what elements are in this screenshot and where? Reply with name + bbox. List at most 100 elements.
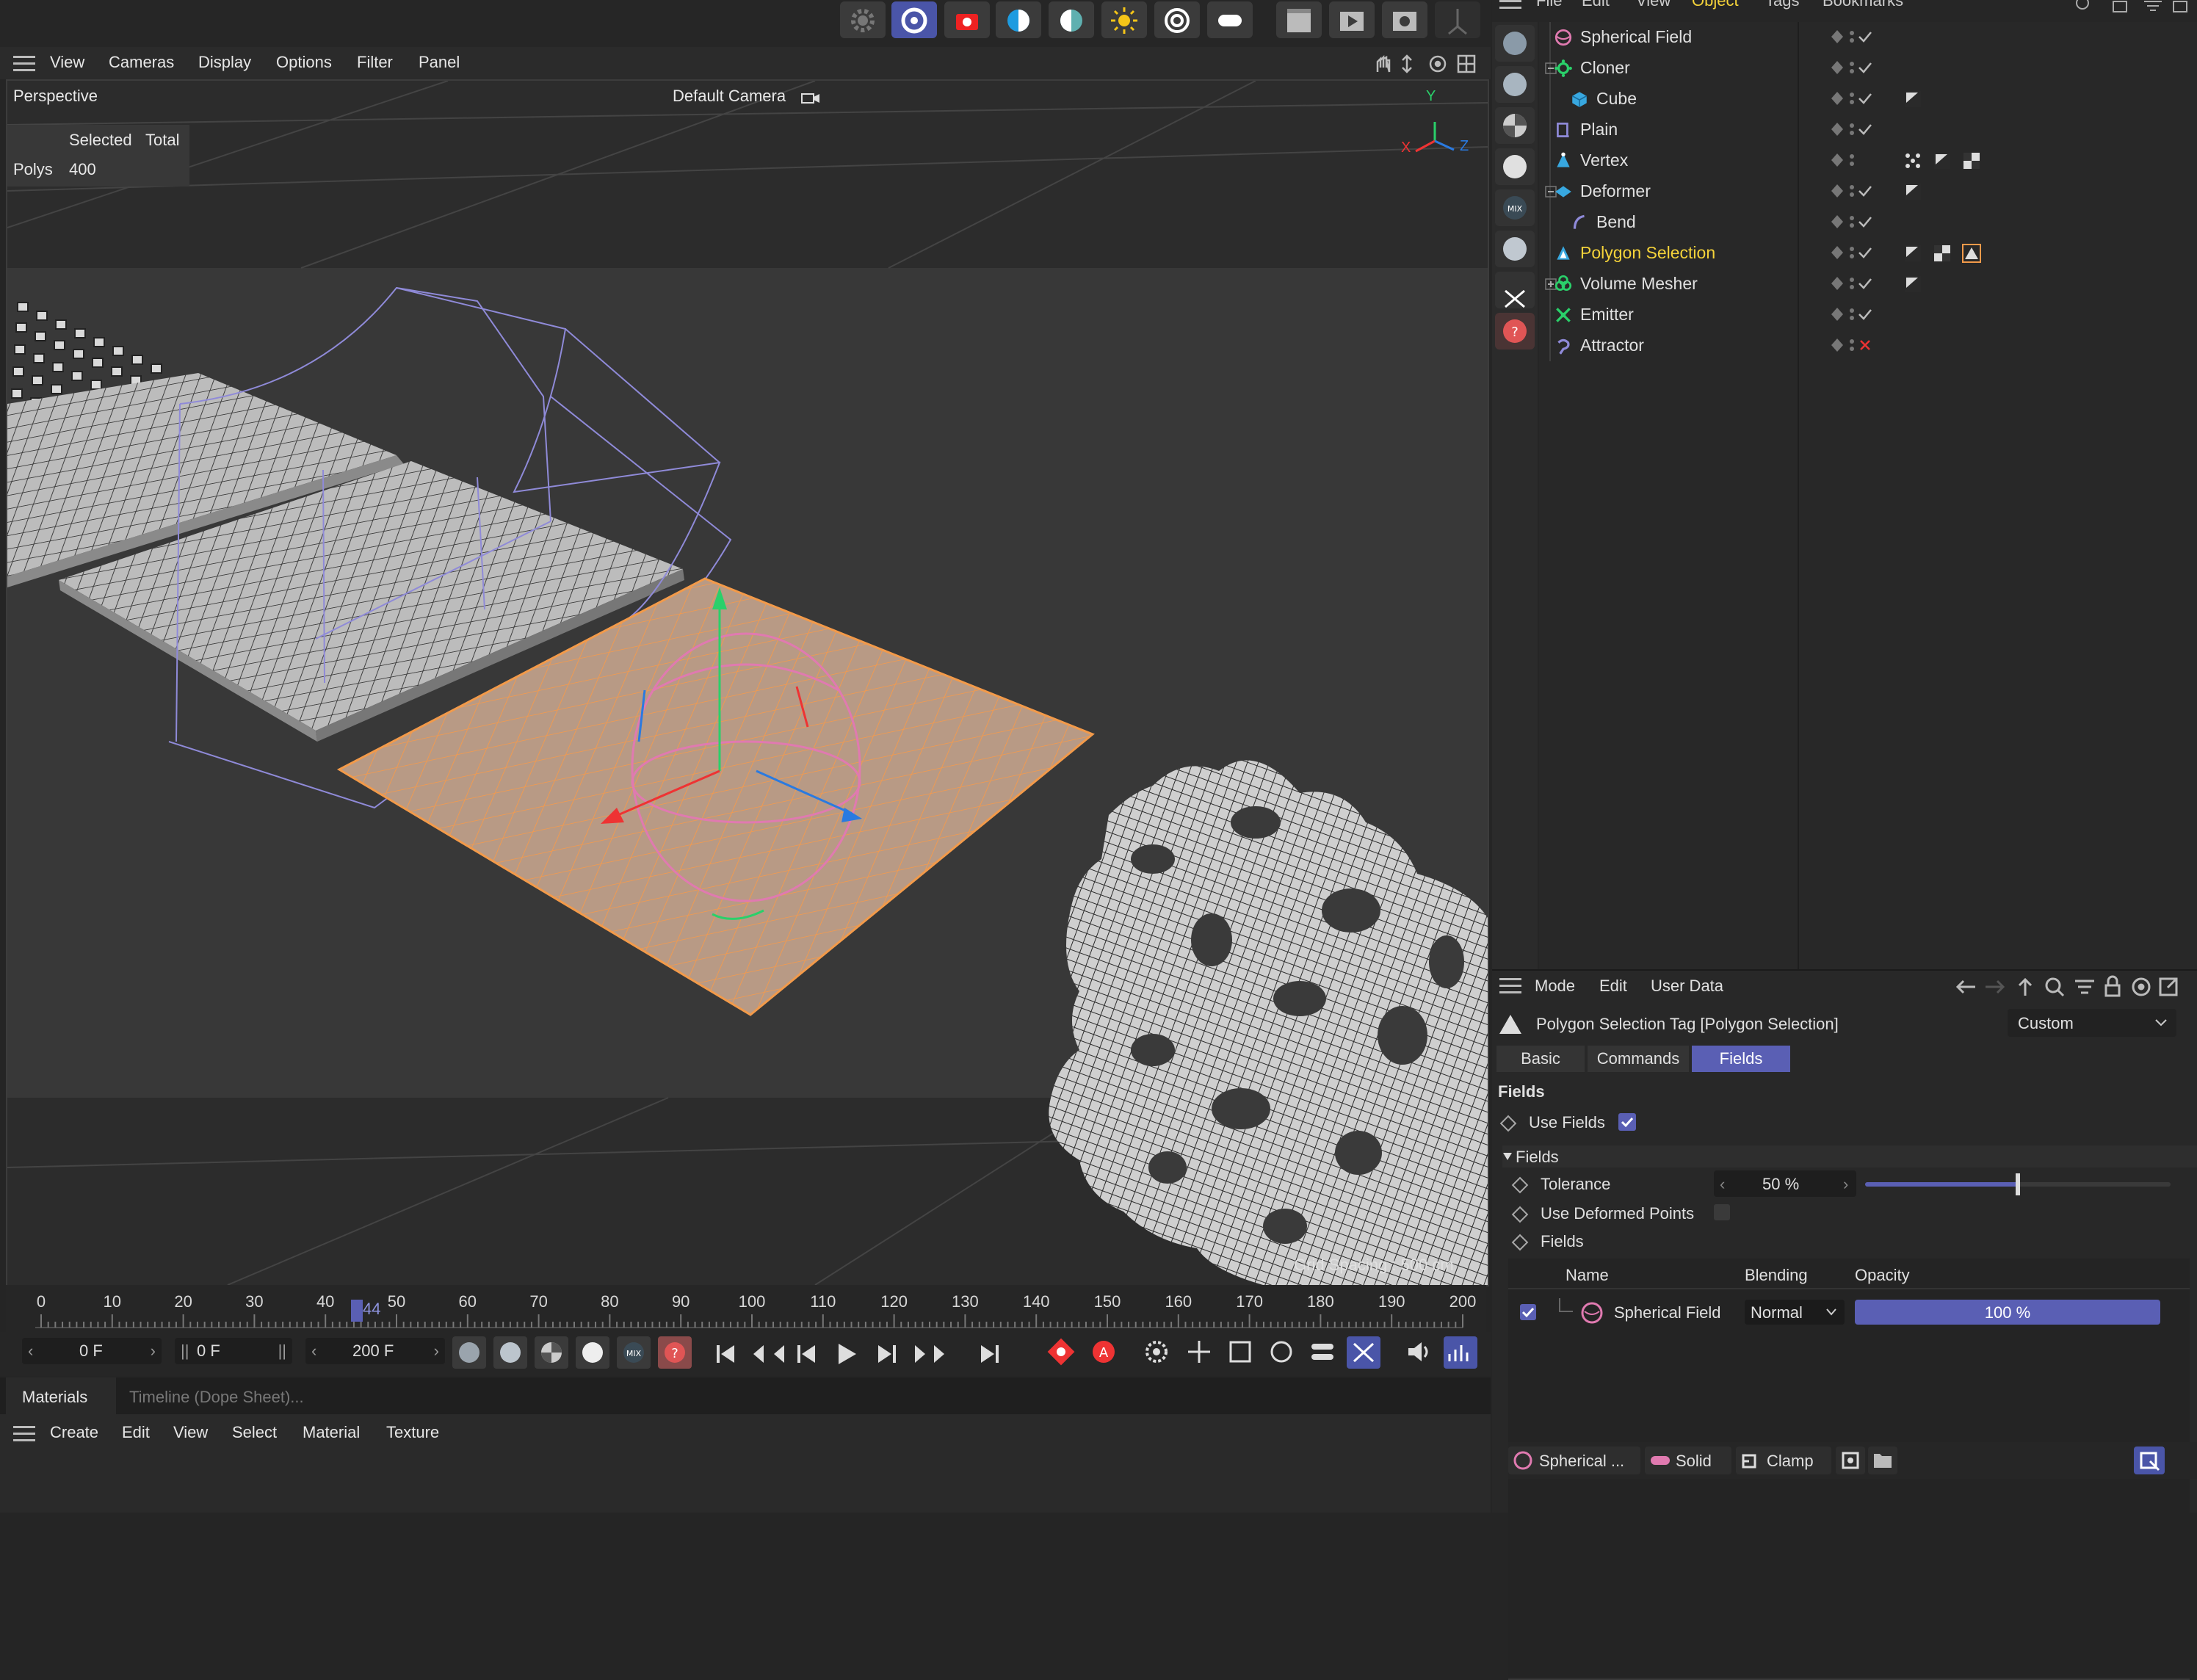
- tolerance-field[interactable]: ‹ 50 % ›: [1714, 1170, 1856, 1197]
- help-material-icon[interactable]: ?: [658, 1336, 692, 1369]
- object-visibility-controls[interactable]: [1830, 151, 1880, 170]
- object-visibility-controls[interactable]: [1830, 90, 1880, 109]
- checker-tag-icon[interactable]: [1962, 151, 1981, 170]
- camera-icon[interactable]: [944, 1, 990, 38]
- new-folder-button[interactable]: [1868, 1447, 1897, 1474]
- tolerance-slider-handle[interactable]: [2016, 1173, 2020, 1195]
- viewport-menu-panel[interactable]: Panel: [419, 53, 460, 72]
- om-toolbar-icons[interactable]: [2071, 0, 2196, 13]
- om-menu-object[interactable]: Object: [1692, 0, 1739, 10]
- viewport-navigation-icons[interactable]: [1373, 53, 1483, 75]
- mix-material-icon[interactable]: MIX: [617, 1336, 651, 1369]
- add-spherical-field-button[interactable]: Spherical ...: [1508, 1447, 1640, 1474]
- materials-menu-create[interactable]: Create: [50, 1423, 98, 1442]
- object-row[interactable]: Attractor: [1539, 330, 2197, 361]
- sphere-material-icon[interactable]: [452, 1336, 486, 1369]
- om-menu-tags[interactable]: Tags: [1765, 0, 1799, 10]
- floor-icon[interactable]: [1207, 1, 1253, 38]
- texture-tag-icon[interactable]: [1903, 90, 1922, 109]
- autokey-icon[interactable]: A: [1087, 1336, 1121, 1369]
- materials-menu-edit[interactable]: Edit: [122, 1423, 150, 1442]
- viewport-menu-view[interactable]: View: [50, 53, 84, 72]
- object-visibility-controls[interactable]: [1830, 305, 1880, 325]
- object-name[interactable]: Deformer: [1580, 181, 1651, 201]
- om-menu-view[interactable]: View: [1636, 0, 1671, 10]
- object-visibility-controls[interactable]: [1830, 120, 1880, 140]
- shutter-icon[interactable]: [891, 1, 937, 38]
- glossy-material-icon[interactable]: [493, 1336, 527, 1369]
- tab-materials[interactable]: Materials: [6, 1377, 116, 1414]
- render-settings-gear-icon[interactable]: [840, 1, 886, 38]
- texture-tag-icon[interactable]: [1933, 151, 1952, 170]
- field-row[interactable]: Spherical Field Normal 100 %: [1508, 1295, 2190, 1328]
- object-row[interactable]: Emitter: [1539, 300, 2197, 330]
- am-menu-edit[interactable]: Edit: [1599, 977, 1627, 996]
- key-param-icon[interactable]: [1306, 1336, 1339, 1369]
- object-row[interactable]: Vertex: [1539, 145, 2197, 176]
- object-name[interactable]: Volume Mesher: [1580, 274, 1698, 294]
- tab-commands[interactable]: Commands: [1588, 1046, 1689, 1072]
- key-rotation-icon[interactable]: [1264, 1336, 1298, 1369]
- om-menu-edit[interactable]: Edit: [1582, 0, 1610, 10]
- sound-icon[interactable]: [1402, 1336, 1436, 1369]
- materials-menu-texture[interactable]: Texture: [386, 1423, 439, 1442]
- object-visibility-controls[interactable]: [1830, 336, 1880, 355]
- viewport-menu-options[interactable]: Options: [276, 53, 332, 72]
- object-row[interactable]: Cloner: [1539, 53, 2197, 84]
- materials-menu-material[interactable]: Material: [303, 1423, 360, 1442]
- am-menu-user-data[interactable]: User Data: [1651, 977, 1723, 996]
- key-position-icon[interactable]: [1182, 1336, 1216, 1369]
- hamburger-menu-icon[interactable]: [13, 56, 35, 72]
- tolerance-slider[interactable]: [1865, 1173, 2171, 1195]
- viewport-camera-name[interactable]: Default Camera: [673, 87, 786, 106]
- target-icon[interactable]: [1154, 1, 1200, 38]
- object-name[interactable]: Vertex: [1580, 151, 1628, 170]
- expand-panel-button[interactable]: [2134, 1447, 2165, 1474]
- object-name[interactable]: Emitter: [1580, 305, 1634, 325]
- preset-dropdown[interactable]: Custom: [2008, 1009, 2176, 1037]
- tab-fields[interactable]: Fields: [1692, 1046, 1790, 1072]
- use-fields-keyframe-icon[interactable]: [1499, 1115, 1517, 1132]
- object-visibility-controls[interactable]: [1830, 182, 1880, 201]
- object-row[interactable]: Spherical Field: [1539, 22, 2197, 53]
- chrome-material-icon[interactable]: [576, 1336, 609, 1369]
- add-solid-button[interactable]: Solid: [1645, 1447, 1731, 1474]
- key-pla-icon[interactable]: [1347, 1336, 1380, 1369]
- object-name[interactable]: Polygon Selection: [1580, 243, 1715, 263]
- texture-tag-icon[interactable]: [1903, 275, 1922, 294]
- tolerance-keyframe-icon[interactable]: [1511, 1176, 1529, 1194]
- materials-menu-view[interactable]: View: [173, 1423, 208, 1442]
- object-row[interactable]: Plain: [1539, 115, 2197, 145]
- tab-timeline[interactable]: Timeline (Dope Sheet)...: [129, 1388, 304, 1407]
- om-hamburger-icon[interactable]: [1499, 0, 1521, 10]
- viewport-menu-filter[interactable]: Filter: [357, 53, 393, 72]
- record-keyframe-icon[interactable]: [1044, 1336, 1078, 1369]
- end-frame-field[interactable]: ‹ 200 F ›: [305, 1338, 445, 1364]
- texture-tag-icon[interactable]: [1903, 182, 1922, 201]
- key-scale-icon[interactable]: [1223, 1336, 1257, 1369]
- timeline-mode-icon[interactable]: [1444, 1336, 1477, 1369]
- object-visibility-controls[interactable]: [1830, 275, 1880, 294]
- 3d-viewport[interactable]: Perspective Default Camera Selected Tota…: [6, 79, 1489, 1286]
- playhead-marker[interactable]: [351, 1300, 363, 1322]
- clapper-icon[interactable]: [1276, 1, 1322, 38]
- object-visibility-controls[interactable]: [1830, 213, 1880, 232]
- checker-material-icon[interactable]: [535, 1336, 568, 1369]
- object-visibility-controls[interactable]: [1830, 59, 1880, 78]
- materials-menu-select[interactable]: Select: [232, 1423, 277, 1442]
- object-name[interactable]: Plain: [1580, 120, 1618, 140]
- use-deformed-checkbox[interactable]: [1714, 1204, 1730, 1220]
- object-visibility-controls[interactable]: [1830, 28, 1880, 47]
- fields-group-header[interactable]: Fields: [1502, 1145, 2197, 1167]
- render-view-icon[interactable]: [1329, 1, 1375, 38]
- field-enabled-checkbox[interactable]: [1520, 1304, 1536, 1320]
- contrast-icon[interactable]: [1049, 1, 1094, 38]
- object-name[interactable]: Spherical Field: [1580, 27, 1692, 47]
- min-frame-field[interactable]: || 0 F ||: [175, 1338, 292, 1364]
- light-icon[interactable]: [1101, 1, 1147, 38]
- polygon-tag-selected-icon[interactable]: [1962, 244, 1981, 263]
- fields-list-keyframe-icon[interactable]: [1511, 1234, 1529, 1251]
- use-deformed-keyframe-icon[interactable]: [1511, 1206, 1529, 1223]
- object-row[interactable]: Cube: [1539, 84, 2197, 115]
- display-filter-icon[interactable]: [996, 1, 1041, 38]
